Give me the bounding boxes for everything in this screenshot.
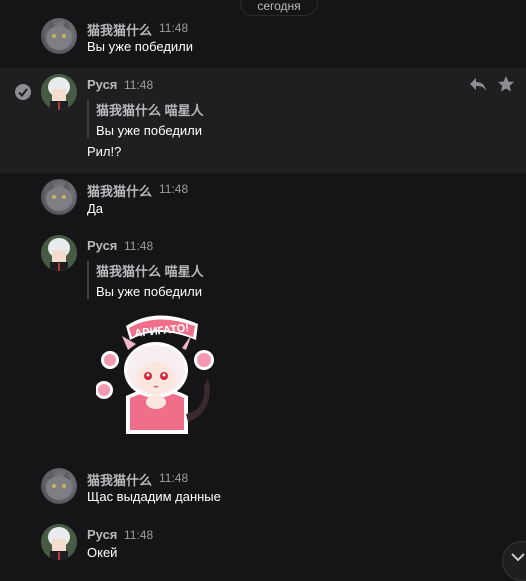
check-circle-icon[interactable] (14, 83, 32, 101)
arigato-sticker[interactable]: АРИГАТО! (96, 310, 220, 440)
reply-quote[interactable]: 猫我猫什么 喵星人 Вы уже победили (87, 261, 204, 299)
author-name[interactable]: Руся (87, 77, 117, 92)
timestamp: 11:48 (124, 528, 154, 542)
cat-avatar-image (46, 470, 72, 500)
timestamp: 11:48 (159, 471, 189, 485)
avatar[interactable] (41, 74, 77, 110)
cat-avatar-image (46, 181, 72, 211)
date-divider: сегодня (240, 0, 318, 16)
quote-text: Вы уже победили (96, 123, 203, 138)
quote-author: 猫我猫什么 喵星人 (96, 103, 204, 118)
avatar[interactable] (41, 179, 77, 215)
author-name[interactable]: Руся (87, 238, 117, 253)
anime-avatar-image (41, 74, 77, 110)
author-name[interactable]: 猫我猫什么 (87, 181, 152, 200)
author-name[interactable]: 猫我猫什么 (87, 470, 152, 489)
anime-avatar-image (41, 235, 77, 271)
message-item[interactable]: Руся 11:48 猫我猫什么 喵星人 Вы уже победили Рил… (0, 68, 526, 173)
timestamp: 11:48 (124, 239, 154, 253)
message-item[interactable]: 猫我猫什么 11:48 Щас выдадим данные (0, 464, 526, 512)
message-text: Щас выдадим данные (87, 489, 221, 504)
anime-avatar-image (41, 524, 77, 560)
reply-quote[interactable]: 猫我猫什么 喵星人 Вы уже победили (87, 100, 204, 138)
message-item[interactable]: Руся 11:48 猫我猫什么 喵星人 Вы уже победили АРИ… (0, 230, 526, 445)
author-name[interactable]: 猫我猫什么 (87, 20, 152, 39)
message-text: Рил!? (87, 144, 122, 159)
timestamp: 11:48 (159, 182, 189, 196)
message-text: Окей (87, 545, 118, 560)
quote-author: 猫我猫什么 喵星人 (96, 264, 204, 279)
message-text: Вы уже победили (87, 39, 194, 54)
author-name[interactable]: Руся (87, 527, 117, 542)
avatar[interactable] (41, 468, 77, 504)
cat-avatar-image (46, 20, 72, 50)
timestamp: 11:48 (124, 78, 154, 92)
timestamp: 11:48 (159, 21, 189, 35)
avatar[interactable] (41, 235, 77, 271)
star-icon[interactable] (497, 75, 515, 93)
avatar[interactable] (41, 524, 77, 560)
quote-text: Вы уже победили (96, 284, 203, 299)
message-item[interactable]: 猫我猫什么 11:48 Вы уже победили (0, 15, 526, 63)
message-item[interactable]: 猫我猫什么 11:48 Да (0, 175, 526, 223)
avatar[interactable] (41, 18, 77, 54)
message-item[interactable]: Руся 11:48 Окей (0, 520, 526, 576)
message-text: Да (87, 201, 104, 216)
reply-icon[interactable] (469, 76, 487, 92)
chevron-down-icon (511, 553, 525, 562)
